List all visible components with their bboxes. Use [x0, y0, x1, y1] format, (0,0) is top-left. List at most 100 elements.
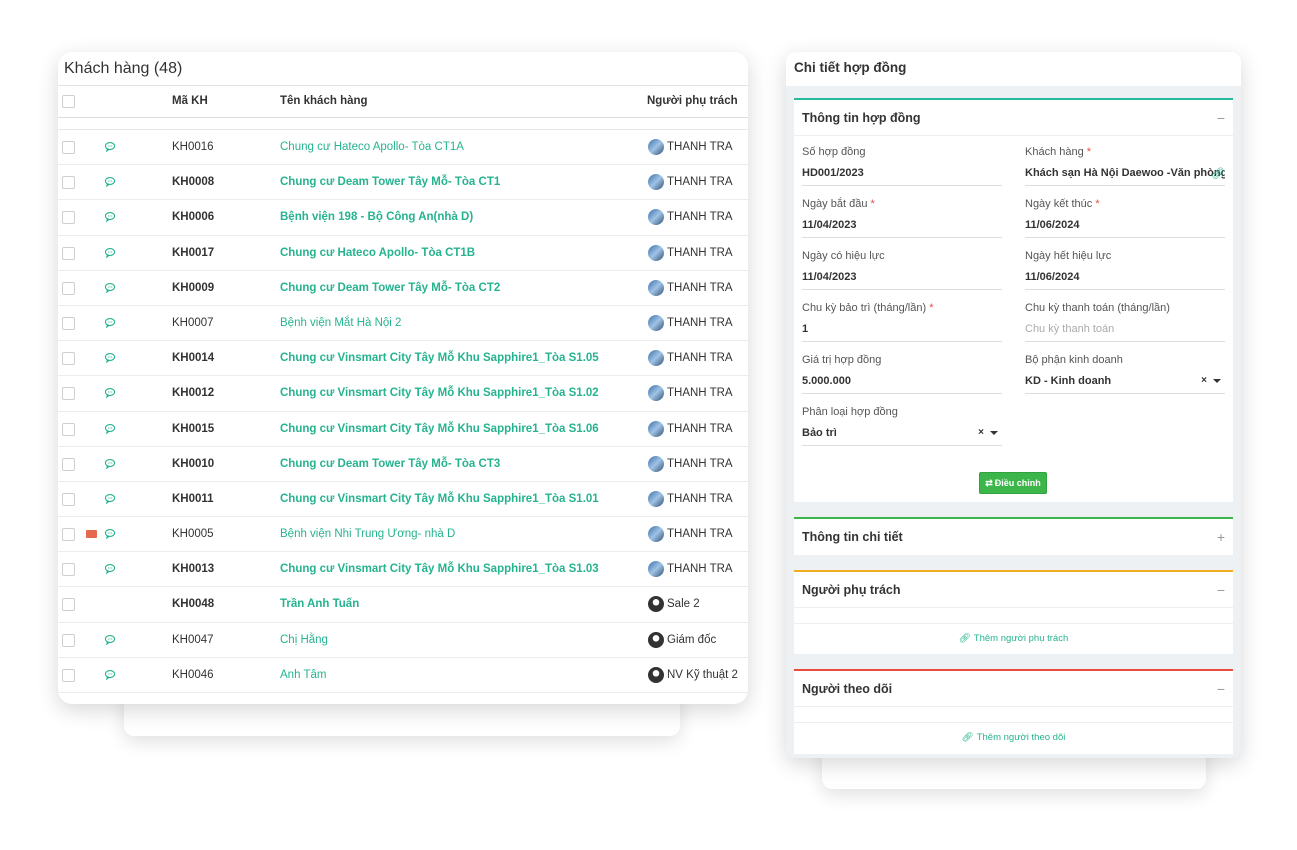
clear-icon[interactable]: × [1201, 375, 1207, 386]
table-row[interactable]: KH0006 Bệnh viện 198 - Bộ Công An(nhà D) T… [58, 200, 748, 236]
chat-icon[interactable] [104, 458, 116, 470]
chat-icon[interactable] [104, 423, 116, 435]
chat-icon[interactable] [104, 176, 116, 188]
table-row[interactable]: KH0008 Chung cư Deam Tower Tây Mỗ- Tòa CT… [58, 165, 748, 201]
start-date-field[interactable]: Ngày bắt đầu * 11/04/2023 [802, 198, 1002, 238]
payment-cycle-field[interactable]: Chu kỳ thanh toán (tháng/lần) Chu kỳ tha… [1025, 302, 1225, 342]
customer-name-link[interactable]: Chung cư Hateco Apollo- Tòa CT1B [280, 247, 475, 259]
department-field[interactable]: Bộ phận kinh doanh KD - Kinh doanh × [1025, 354, 1225, 394]
customer-name-link[interactable]: Chung cư Vinsmart City Tây Mỗ Khu Sapphi… [280, 423, 599, 435]
customer-name-link[interactable]: Chung cư Vinsmart City Tây Mỗ Khu Sapphi… [280, 563, 599, 575]
table-row[interactable]: KH0005 Bệnh viện Nhi Trung Ương- nhà D THA… [58, 517, 748, 553]
table-row[interactable]: KH0013 Chung cư Vinsmart City Tây Mỗ Khu … [58, 552, 748, 588]
table-row[interactable]: KH0046 Anh Tâm NV Kỹ thuật 2 [58, 658, 748, 693]
table-row[interactable]: KH0047 Chị Hằng Giám đốc [58, 623, 748, 658]
customer-name-link[interactable]: Chung cư Deam Tower Tây Mỗ- Tòa CT3 [280, 458, 500, 470]
mail-icon[interactable] [86, 530, 97, 539]
row-checkbox[interactable] [62, 316, 75, 330]
add-follower-link[interactable]: 🔗︎ Thêm người theo dõi [794, 722, 1233, 752]
row-checkbox[interactable] [62, 668, 75, 682]
payment-cycle-input[interactable]: Chu kỳ thanh toán [1025, 323, 1225, 342]
collapse-icon[interactable]: − [1217, 582, 1225, 598]
row-checkbox[interactable] [62, 141, 75, 154]
expiry-date-input[interactable]: 11/06/2024 [1025, 271, 1225, 290]
customer-name-link[interactable]: Chị Hằng [280, 634, 328, 646]
table-row[interactable]: KH0010 Chung cư Deam Tower Tây Mỗ- Tòa CT… [58, 447, 748, 482]
chat-icon[interactable] [104, 669, 116, 681]
collapse-icon[interactable]: − [1217, 681, 1225, 697]
column-header-owner[interactable]: Người phụ trách [647, 95, 738, 107]
chat-icon[interactable] [104, 282, 116, 294]
row-checkbox[interactable] [62, 387, 75, 401]
row-checkbox[interactable] [62, 176, 75, 190]
customer-name-link[interactable]: Chung cư Vinsmart City Tây Mỗ Khu Sapphi… [280, 352, 599, 364]
clear-icon[interactable]: × [978, 427, 984, 438]
maintenance-cycle-input[interactable]: 1 [802, 323, 1002, 342]
table-row[interactable]: KH0012 Chung cư Vinsmart City Tây Mỗ Khu … [58, 376, 748, 412]
detail-info-header[interactable]: Thông tin chi tiết + [794, 519, 1233, 555]
chat-icon[interactable] [104, 387, 116, 399]
customer-name-link[interactable]: Trần Anh Tuấn [280, 598, 359, 610]
contract-value-field[interactable]: Giá trị hợp đồng 5.000.000 [802, 354, 1002, 394]
chat-icon[interactable] [104, 141, 116, 153]
table-row[interactable]: KH0015 Chung cư Vinsmart City Tây Mỗ Khu … [58, 412, 748, 447]
chevron-down-icon[interactable] [990, 431, 998, 435]
chat-icon[interactable] [104, 563, 116, 575]
row-checkbox[interactable] [62, 422, 75, 436]
row-checkbox[interactable] [62, 598, 75, 612]
chat-icon[interactable] [104, 634, 116, 646]
select-all-checkbox[interactable] [62, 95, 75, 108]
collapse-icon[interactable]: − [1217, 110, 1225, 126]
customer-name-link[interactable]: Bệnh viện 198 - Bộ Công An(nhà D) [280, 211, 473, 223]
customer-name-link[interactable]: Chung cư Deam Tower Tây Mỗ- Tòa CT1 [280, 176, 500, 188]
customer-input[interactable]: Khách sạn Hà Nội Daewoo -Văn phòng 🔗︎ [1025, 167, 1225, 186]
chat-icon[interactable] [104, 317, 116, 329]
chevron-down-icon[interactable] [1213, 379, 1221, 383]
effective-date-input[interactable]: 11/04/2023 [802, 271, 1002, 290]
owner-header[interactable]: Người phụ trách − [794, 572, 1233, 608]
chat-icon[interactable] [104, 211, 116, 223]
table-row[interactable]: KH0007 Bệnh viện Mắt Hà Nội 2 THANH TRA [58, 306, 748, 342]
customer-field[interactable]: Khách hàng * Khách sạn Hà Nội Daewoo -Vă… [1025, 146, 1225, 186]
end-date-input[interactable]: 11/06/2024 [1025, 219, 1225, 238]
chat-icon[interactable] [104, 528, 116, 540]
column-header-code[interactable]: Mã KH [172, 95, 208, 107]
table-row[interactable]: KH0011 Chung cư Vinsmart City Tây Mỗ Khu … [58, 482, 748, 518]
add-owner-link[interactable]: 🔗︎ Thêm người phụ trách [794, 623, 1233, 653]
table-row[interactable]: KH0048 Trần Anh Tuấn Sale 2 [58, 587, 748, 623]
table-row[interactable]: KH0016 Chung cư Hateco Apollo- Tòa CT1A TH… [58, 130, 748, 166]
contract-type-field[interactable]: Phân loại hợp đồng Bảo trì × [802, 406, 1002, 446]
follower-header[interactable]: Người theo dõi − [794, 671, 1233, 707]
contract-number-input[interactable]: HD001/2023 [802, 167, 1002, 186]
table-row[interactable]: KH0017 Chung cư Hateco Apollo- Tòa CT1B TH… [58, 236, 748, 271]
row-checkbox[interactable] [62, 492, 75, 506]
row-checkbox[interactable] [62, 246, 75, 260]
row-checkbox[interactable] [62, 352, 75, 366]
chat-icon[interactable] [104, 247, 116, 259]
maintenance-cycle-field[interactable]: Chu kỳ bảo trì (tháng/lần) * 1 [802, 302, 1002, 342]
contract-type-select[interactable]: Bảo trì × [802, 427, 1002, 446]
table-row[interactable]: KH0009 Chung cư Deam Tower Tây Mỗ- Tòa CT… [58, 271, 748, 306]
expiry-date-field[interactable]: Ngày hết hiệu lực 11/06/2024 [1025, 250, 1225, 290]
table-row[interactable]: KH0014 Chung cư Vinsmart City Tây Mỗ Khu … [58, 341, 748, 377]
department-select[interactable]: KD - Kinh doanh × [1025, 375, 1225, 394]
row-checkbox[interactable] [62, 281, 75, 295]
expand-icon[interactable]: + [1217, 529, 1225, 545]
link-icon[interactable]: 🔗︎ [1211, 167, 1225, 180]
contract-value-input[interactable]: 5.000.000 [802, 375, 1002, 394]
row-checkbox[interactable] [62, 211, 75, 225]
end-date-field[interactable]: Ngày kết thúc * 11/06/2024 [1025, 198, 1225, 238]
customer-name-link[interactable]: Anh Tâm [280, 669, 326, 681]
customer-name-link[interactable]: Chung cư Deam Tower Tây Mỗ- Tòa CT2 [280, 282, 500, 294]
row-checkbox[interactable] [62, 528, 75, 542]
customer-name-link[interactable]: Bệnh viện Nhi Trung Ương- nhà D [280, 528, 455, 540]
chat-icon[interactable] [104, 493, 116, 505]
customer-name-link[interactable]: Chung cư Vinsmart City Tây Mỗ Khu Sapphi… [280, 493, 599, 505]
customer-name-link[interactable]: Chung cư Vinsmart City Tây Mỗ Khu Sapphi… [280, 387, 599, 399]
row-checkbox[interactable] [62, 633, 75, 647]
row-checkbox[interactable] [62, 563, 75, 577]
customer-name-link[interactable]: Bệnh viện Mắt Hà Nội 2 [280, 317, 401, 329]
effective-date-field[interactable]: Ngày có hiệu lực 11/04/2023 [802, 250, 1002, 290]
adjust-button[interactable]: ⇄ Điều chỉnh [979, 472, 1047, 494]
chat-icon[interactable] [104, 352, 116, 364]
